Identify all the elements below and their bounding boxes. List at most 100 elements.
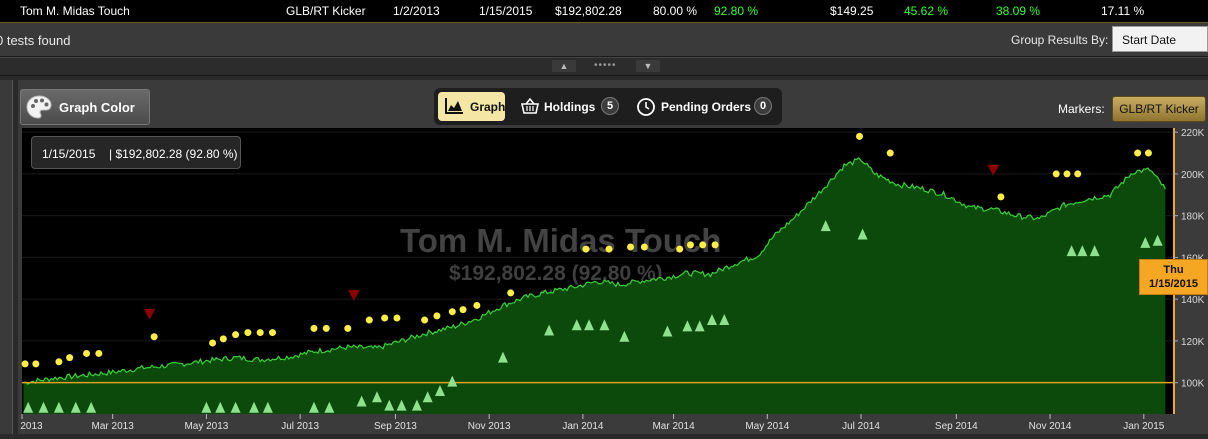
dot-marker [1052, 170, 1060, 178]
result-pct1: 80.00 % [653, 4, 698, 18]
y-tick-label: 200K [1181, 170, 1205, 181]
x-tick-label: Nov 2014 [1029, 421, 1072, 432]
splitter-grip-icon[interactable]: ••••• [594, 60, 617, 71]
dot-marker [209, 339, 217, 347]
result-pct4: 38.09 % [996, 4, 1041, 18]
y-tick-label: 120K [1181, 337, 1205, 348]
x-tick-label: Jul 2014 [842, 421, 880, 432]
result-end-date: 1/15/2015 [479, 4, 533, 18]
dot-marker [433, 312, 441, 320]
tab-pending-orders[interactable]: Pending Orders 0 [634, 92, 776, 121]
dot-marker [856, 132, 864, 140]
y-tick-label: 220K [1181, 128, 1205, 139]
markers-label: Markers: [1058, 102, 1105, 116]
dot-marker [676, 245, 684, 253]
holdings-count-badge: 5 [601, 97, 619, 115]
result-value: $192,802.28 [555, 4, 622, 18]
result-pct5: 17.11 % [1101, 4, 1145, 18]
crosshair-date-label: Thu 1/15/2015 [1139, 259, 1208, 295]
group-results-select[interactable]: Start Date [1112, 26, 1208, 52]
dot-marker [381, 314, 389, 322]
dot-marker [66, 354, 74, 362]
markers-dropdown[interactable]: GLB/RT Kicker [1112, 96, 1206, 122]
dot-marker [83, 349, 91, 357]
dot-marker [21, 360, 29, 368]
tooltip-value: | $192,802.28 (92.80 %) [109, 147, 238, 161]
x-tick-label: Jan 2014 [562, 421, 604, 432]
equity-chart[interactable]: Tom M. Midas Touch $192,802.28 (92.80 %)… [1, 128, 1208, 434]
dot-marker [711, 241, 719, 249]
tab-pending-orders-label: Pending Orders [661, 100, 752, 114]
x-tick-label: Nov 2013 [468, 421, 511, 432]
graph-color-button[interactable]: Graph Color [20, 89, 150, 125]
dot-marker [686, 241, 694, 249]
dot-marker [219, 335, 227, 343]
tab-holdings[interactable]: Holdings 5 [518, 92, 628, 121]
dot-marker [393, 314, 401, 322]
hover-tooltip: 1/15/2015 | $192,802.28 (92.80 %) [31, 136, 241, 169]
y-tick-label: 140K [1181, 295, 1205, 306]
tab-graph[interactable]: Graph [438, 92, 505, 121]
dot-marker [256, 329, 264, 337]
dot-marker [699, 241, 707, 249]
results-table-row[interactable]: Tom M. Midas Touch GLB/RT Kicker 1/2/201… [0, 0, 1208, 23]
group-results-label: Group Results By: [1011, 33, 1109, 47]
dot-marker [582, 245, 590, 253]
dot-marker [32, 360, 40, 368]
crosshair-day: Thu [1163, 264, 1184, 276]
tab-holdings-label: Holdings [544, 100, 596, 114]
dot-marker [507, 289, 515, 297]
dot-marker [150, 333, 158, 341]
x-tick-label: May 2014 [745, 421, 789, 432]
dot-marker [268, 329, 276, 337]
crosshair-date: 1/15/2015 [1149, 278, 1198, 290]
status-bar: 0 tests found Group Results By: Start Da… [0, 23, 1208, 57]
panel-splitter[interactable]: ▲ ••••• ▼ [0, 57, 1208, 76]
result-start-date: 1/2/2013 [393, 4, 440, 18]
dot-marker [448, 308, 456, 316]
watermark-title: Tom M. Midas Touch [400, 222, 721, 259]
x-tick-label: Mar 2013 [92, 421, 135, 432]
dot-marker [605, 245, 613, 253]
dot-marker [640, 243, 648, 251]
view-tabs: Graph Holdings 5 Pending Orders 0 [434, 88, 782, 125]
chart-area-icon [445, 98, 463, 114]
dot-marker [1074, 170, 1082, 178]
dot-marker [997, 193, 1005, 201]
result-price: $149.25 [830, 4, 874, 18]
x-tick-label: Jan 2015 [1123, 421, 1165, 432]
x-tick-label: Mar 2014 [652, 421, 695, 432]
x-tick-label: Jan 2013 [18, 421, 43, 432]
expand-down-icon[interactable]: ▼ [636, 60, 660, 72]
collapse-up-icon[interactable]: ▲ [552, 60, 576, 72]
dot-marker [421, 316, 429, 324]
dot-marker [1144, 149, 1152, 157]
dot-marker [627, 243, 635, 251]
tooltip-date: 1/15/2015 [42, 147, 96, 161]
result-pct3: 45.62 % [904, 4, 949, 18]
equity-chart-svg[interactable]: Tom M. Midas Touch $192,802.28 (92.80 %)… [1, 128, 1208, 434]
dot-marker [365, 316, 373, 324]
dot-marker [322, 324, 330, 332]
x-tick-label: May 2013 [184, 421, 228, 432]
tab-graph-label: Graph [470, 100, 506, 114]
basket-icon [521, 97, 539, 114]
dot-marker [344, 324, 352, 332]
dot-marker [459, 306, 467, 314]
pending-orders-count-badge: 0 [754, 97, 772, 115]
dot-marker [473, 301, 481, 309]
tests-found-label: 0 tests found [0, 33, 71, 48]
y-tick-label: 180K [1181, 212, 1205, 223]
dot-marker [95, 349, 103, 357]
x-tick-label: Sep 2013 [374, 421, 417, 432]
y-tick-label: 100K [1181, 379, 1205, 390]
dot-marker [55, 358, 63, 366]
palette-icon [26, 95, 52, 119]
x-tick-label: Sep 2014 [935, 421, 978, 432]
clock-icon [637, 98, 655, 116]
result-name: Tom M. Midas Touch [20, 4, 130, 18]
dot-marker [886, 149, 894, 157]
dot-marker [244, 329, 252, 337]
dot-marker [232, 331, 240, 339]
left-collapsed-strip[interactable] [0, 80, 13, 434]
